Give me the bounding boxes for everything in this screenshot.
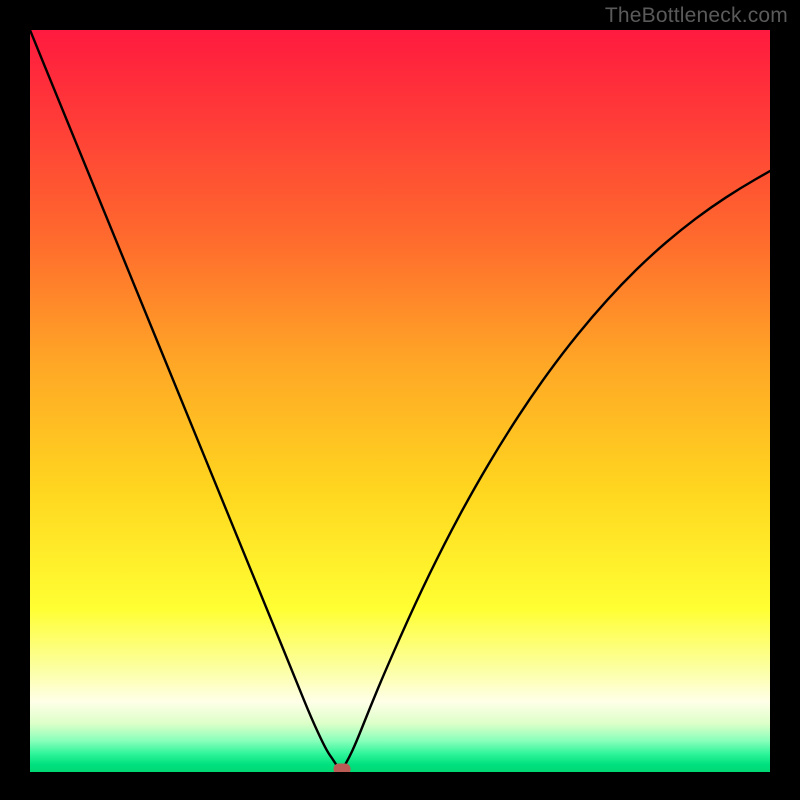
background-gradient: [30, 30, 770, 772]
chart-frame: TheBottleneck.com: [0, 0, 800, 800]
minimum-marker: [334, 764, 351, 773]
plot-area: [30, 30, 770, 772]
watermark-label: TheBottleneck.com: [605, 4, 788, 28]
plot-svg: [30, 30, 770, 772]
